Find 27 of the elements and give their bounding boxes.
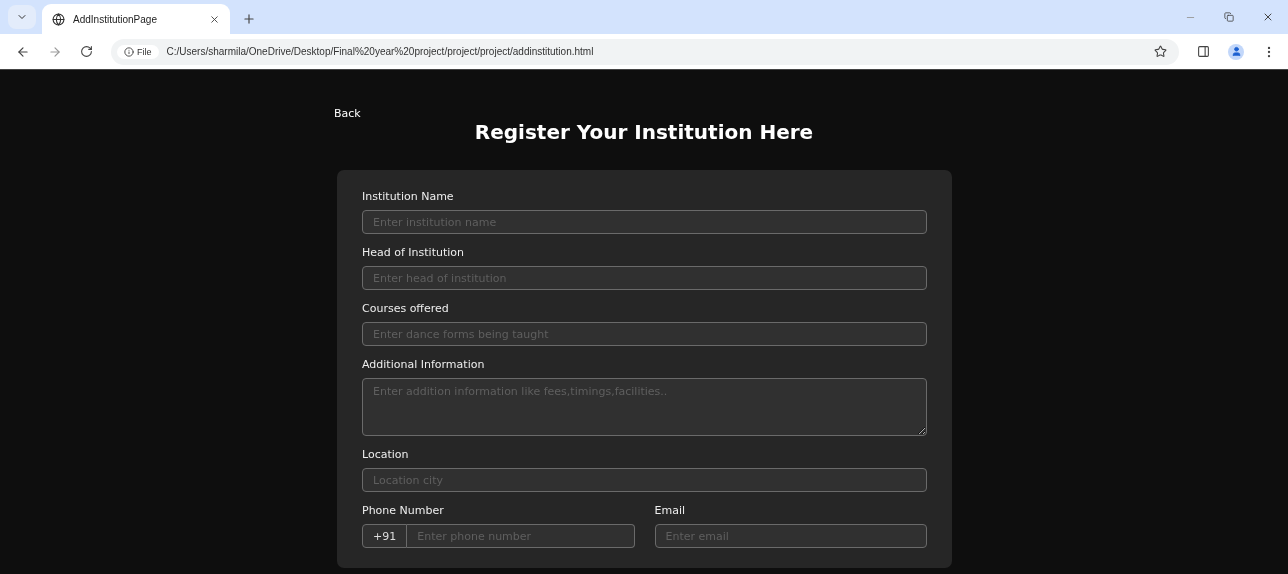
field-label: Head of Institution <box>362 246 466 261</box>
restore-button[interactable] <box>1224 12 1234 22</box>
browser-tab[interactable]: AddInstitutionPage <box>42 4 230 34</box>
field-label: Institution Name <box>362 190 455 205</box>
field-label: Phone Number <box>362 504 445 519</box>
url-text: C:/Users/sharmila/OneDrive/Desktop/Final%20year%20project/project/project/addinstitution.html <box>166 46 595 57</box>
new-tab-button[interactable] <box>242 12 256 26</box>
reload-button[interactable] <box>80 45 93 58</box>
site-info-chip[interactable]: File <box>117 44 159 59</box>
back-link[interactable]: Back <box>334 107 361 120</box>
country-code: +91 <box>362 524 408 548</box>
profile-avatar[interactable] <box>1228 43 1244 60</box>
side-panel-button[interactable] <box>1197 45 1210 58</box>
bookmark-star-button[interactable] <box>1154 45 1167 58</box>
page-title: Register Your Institution Here <box>473 120 815 144</box>
close-tab-button[interactable] <box>209 13 220 25</box>
field-label: Location <box>362 448 410 463</box>
info-icon <box>124 46 134 57</box>
globe-icon <box>52 12 65 26</box>
address-bar[interactable]: File C:/Users/sharmila/OneDrive/Desktop/Final%20year%20project/project/project/addinstitution.html <box>111 38 1179 65</box>
close-window-button[interactable] <box>1262 11 1274 23</box>
forward-arrow-button[interactable] <box>48 44 62 59</box>
tab-title: AddInstitutionPage <box>73 13 158 25</box>
field-label: Additional Information <box>362 358 486 373</box>
field-label: Courses offered <box>362 302 450 317</box>
back-arrow-button[interactable] <box>16 44 30 59</box>
field-label: Email <box>654 504 687 519</box>
